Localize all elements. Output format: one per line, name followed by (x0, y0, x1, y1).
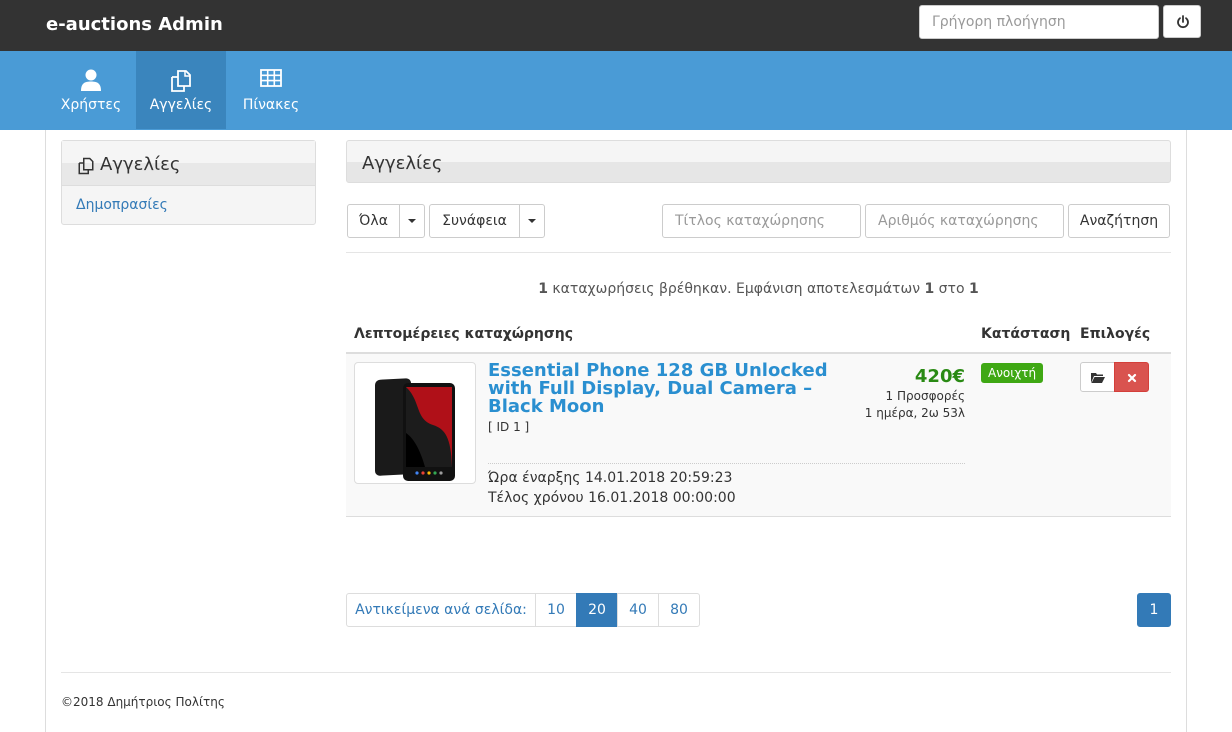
logout-button[interactable] (1163, 5, 1201, 38)
listing-end-time: Τέλος χρόνου 16.01.2018 00:00:00 (488, 490, 736, 506)
page-title: Αγγελίες (362, 153, 443, 174)
page-size-80[interactable]: 80 (658, 593, 700, 627)
power-icon (1177, 15, 1189, 29)
page-size-20[interactable]: 20 (576, 593, 618, 627)
sort-dropdown[interactable] (519, 204, 545, 238)
sidebar-heading: Αγγελίες (62, 141, 315, 186)
caret-down-icon (528, 219, 536, 223)
table-row: Essential Phone 128 GB Unlocked with Ful… (346, 354, 1171, 517)
listing-bids: 1 Προσφορές (885, 389, 965, 403)
phone-image (375, 378, 455, 481)
main-nav: Χρήστες Αγγελίες Πίνακες (0, 51, 1232, 130)
quick-search-input[interactable] (919, 5, 1159, 39)
status-badge: Ανοιχτή (981, 363, 1044, 383)
footer-divider (61, 672, 1171, 673)
listing-start-time: Ώρα έναρξης 14.01.2018 20:59:23 (488, 470, 733, 486)
footer-copyright: ©2018 Δημήτριος Πολίτης (61, 695, 225, 709)
results-to: 1 (969, 281, 979, 297)
close-icon (1127, 373, 1137, 383)
divider (346, 252, 1171, 253)
copy-icon (171, 70, 191, 92)
tab-tables-label: Πίνακες (242, 97, 300, 113)
top-navbar: e-auctions Admin (0, 0, 1232, 51)
sidebar-item-auctions[interactable]: Δημοπρασίες (76, 197, 168, 213)
results-count: 1 (538, 281, 548, 297)
title-search-input[interactable] (662, 204, 861, 238)
open-folder-button[interactable] (1080, 362, 1115, 392)
results-from: 1 (924, 281, 935, 297)
copy-icon (78, 157, 94, 175)
tab-users-label: Χρήστες (60, 97, 122, 113)
page-size-10[interactable]: 10 (535, 593, 577, 627)
status-filter-dropdown[interactable] (399, 204, 425, 238)
listing-id: [ ID 1 ] (488, 420, 530, 434)
status-filter-label: Όλα (359, 213, 388, 229)
caret-down-icon (408, 219, 416, 223)
header-status: Κατάσταση (981, 326, 1071, 342)
status-filter-button[interactable]: Όλα (347, 204, 400, 238)
folder-open-icon (1091, 373, 1105, 383)
sort-label: Συνάφεια (442, 213, 507, 229)
listing-time-left: 1 ημέρα, 2ω 53λ (864, 406, 965, 420)
delete-button[interactable] (1114, 362, 1149, 392)
tab-users[interactable]: Χρήστες (46, 51, 136, 129)
table-icon (260, 69, 282, 87)
header-details: Λεπτομέρειες καταχώρησης (354, 326, 574, 342)
header-options: Επιλογές (1080, 326, 1151, 342)
page-1-button[interactable]: 1 (1137, 593, 1171, 627)
search-button[interactable]: Αναζήτηση (1068, 204, 1170, 238)
page-size-40[interactable]: 40 (617, 593, 659, 627)
results-summary: 1 καταχωρήσεις βρέθηκαν. Εμφάνιση αποτελ… (346, 281, 1171, 297)
results-text-2: στο (934, 281, 970, 297)
sidebar-title: Αγγελίες (100, 154, 181, 175)
number-search-input[interactable] (865, 204, 1064, 238)
row-separator (488, 463, 965, 464)
tab-ads[interactable]: Αγγελίες (136, 51, 226, 129)
listing-title-link[interactable]: Essential Phone 128 GB Unlocked with Ful… (488, 362, 843, 416)
listing-price: 420€ (914, 366, 965, 387)
items-per-page-label: Αντικείμενα ανά σελίδα: (346, 593, 536, 627)
sort-button[interactable]: Συνάφεια (429, 204, 520, 238)
search-button-label: Αναζήτηση (1079, 213, 1159, 229)
main-panel-heading: Αγγελίες (346, 140, 1171, 183)
listing-thumbnail[interactable] (354, 362, 476, 484)
user-icon (81, 69, 101, 91)
tab-tables[interactable]: Πίνακες (226, 51, 316, 129)
tab-ads-label: Αγγελίες (149, 97, 213, 113)
brand-title[interactable]: e-auctions Admin (46, 14, 223, 35)
sidebar-panel: Αγγελίες Δημοπρασίες (61, 140, 316, 225)
results-text-1: καταχωρήσεις βρέθηκαν. Εμφάνιση αποτελεσ… (547, 281, 925, 297)
